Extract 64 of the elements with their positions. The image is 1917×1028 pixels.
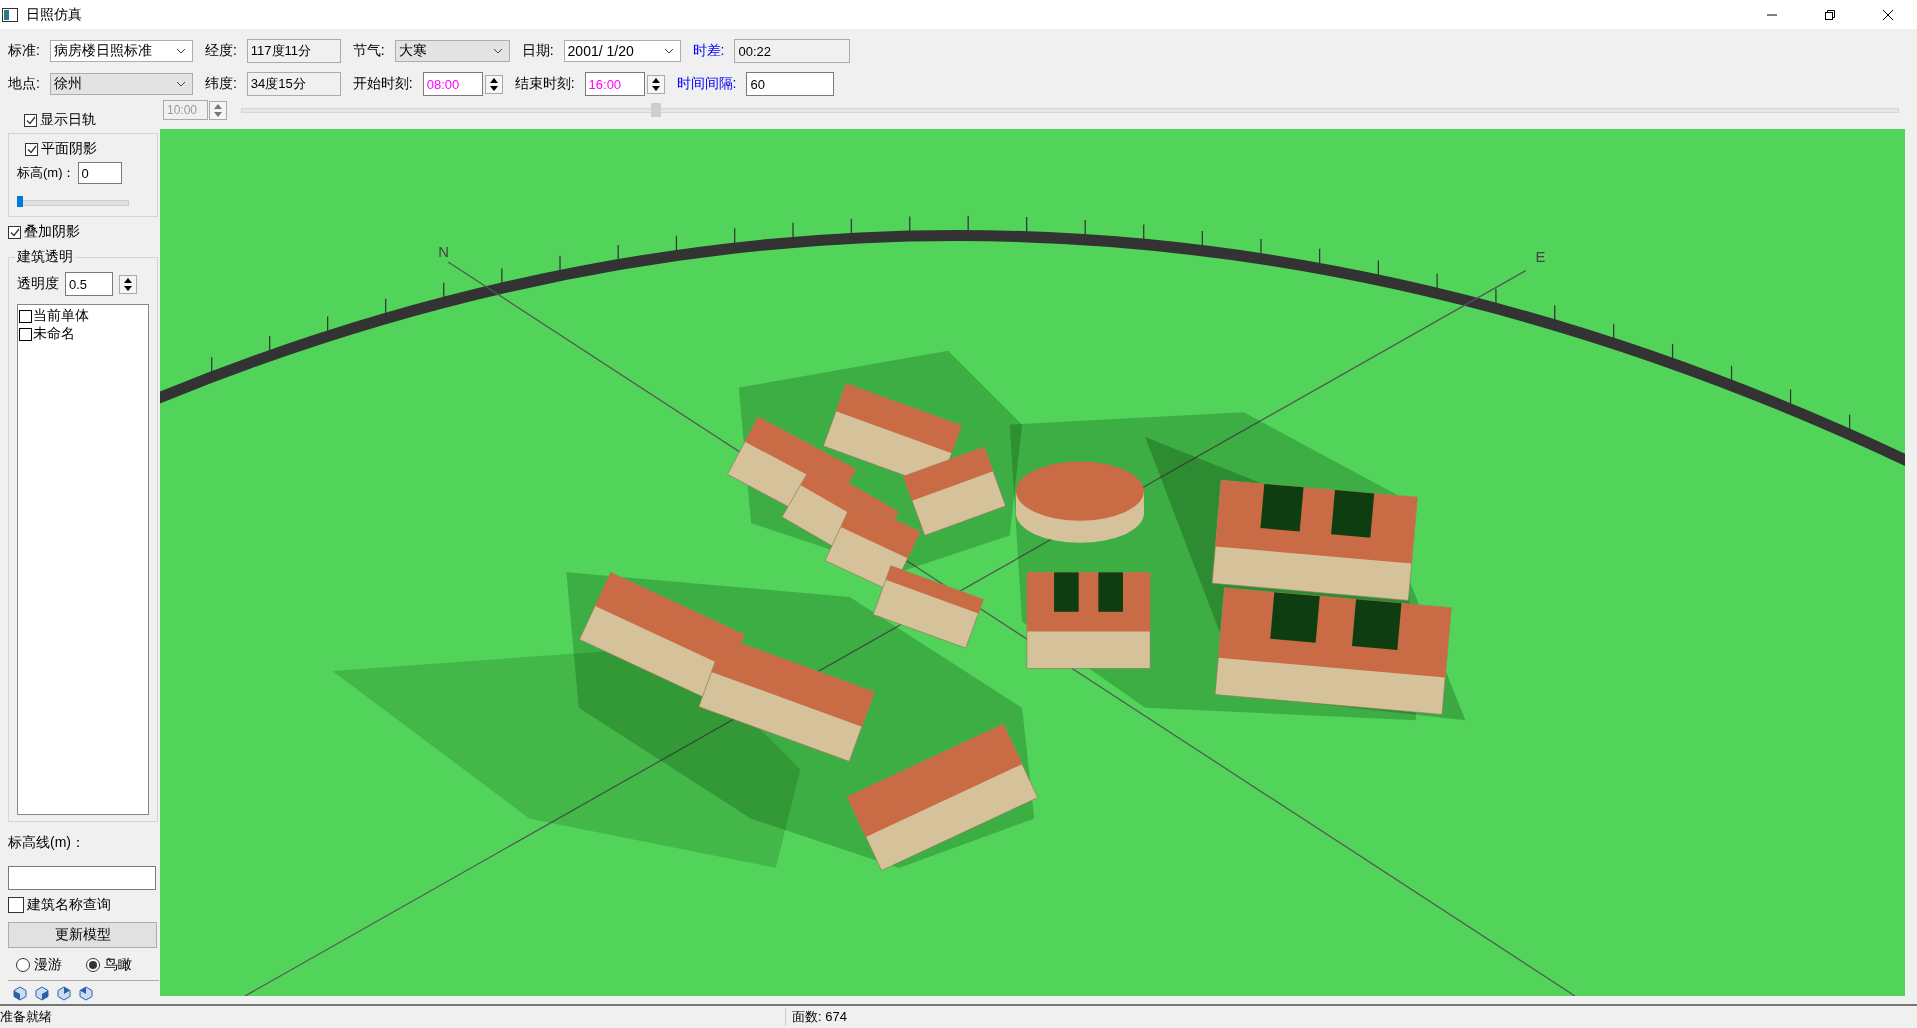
show-sun-path-checkbox[interactable]: 显示日轨 (24, 109, 160, 131)
elevation-label: 标高(m)： (17, 164, 76, 182)
cube-view-icon[interactable] (57, 986, 71, 1001)
text-input-field[interactable]: 00:22 (734, 39, 851, 63)
dropdown-field[interactable]: 徐州 (49, 73, 193, 95)
view-mode-radio[interactable]: 漫游 (16, 956, 62, 974)
window-title: 日照仿真 (26, 5, 82, 24)
field-label: 节气: (352, 42, 386, 60)
chevron-down-icon (492, 48, 503, 54)
compass-label: E (1535, 249, 1546, 265)
cube-view-icon[interactable] (13, 986, 27, 1001)
field-label: 纬度: (204, 75, 238, 93)
contour-label: 标高线(m)： (8, 834, 86, 852)
face-count: 面数: 674 (785, 1008, 847, 1026)
dropdown-field[interactable]: 大寒 (394, 40, 510, 62)
field-label: 结束时刻: (514, 75, 576, 93)
spin-buttons[interactable] (119, 274, 137, 294)
group-title: 建筑透明 (15, 248, 75, 266)
opacity-label: 透明度 (17, 275, 59, 293)
update-model-button[interactable]: 更新模型 (8, 922, 157, 948)
overlay-shadow-checkbox[interactable]: 叠加阴影 (8, 221, 160, 243)
status-message: 准备就绪 (0, 1008, 53, 1026)
field-label: 标准: (8, 42, 41, 60)
field-label: 时间间隔: (676, 75, 738, 93)
field-label: 时差: (692, 42, 726, 60)
check-icon (25, 115, 36, 125)
name-query-checkbox[interactable]: 建筑名称查询 (8, 894, 160, 916)
3d-scene[interactable]: N E (160, 129, 1905, 996)
chevron-down-icon (663, 48, 674, 54)
view-mode-radio[interactable]: 鸟瞰 (86, 956, 132, 974)
text-input-field[interactable]: 60 (746, 72, 835, 96)
down-arrow-icon (651, 85, 660, 91)
close-icon (1882, 8, 1894, 21)
elevation-input-field[interactable]: 0 (77, 162, 122, 184)
field-label: 经度: (204, 42, 238, 60)
building-list-item[interactable]: 未命名 (19, 325, 147, 343)
text-input-field[interactable]: 117度11分 (246, 39, 341, 63)
up-arrow-icon (124, 277, 132, 283)
up-arrow-icon (651, 77, 660, 83)
opacity-input-field[interactable]: 0.5 (65, 272, 113, 296)
building-list-item[interactable]: 当前单体 (19, 307, 147, 325)
time-slider[interactable] (241, 101, 1899, 119)
field-label: 地点: (8, 75, 41, 93)
field-label: 日期: (521, 42, 555, 60)
check-icon (26, 144, 37, 154)
up-arrow-icon (214, 103, 222, 109)
cube-view-icon[interactable] (35, 986, 49, 1001)
down-arrow-icon (124, 285, 132, 291)
contour-input-field[interactable] (8, 866, 156, 890)
up-arrow-icon (489, 77, 498, 83)
chevron-down-icon (175, 81, 186, 87)
dropdown-field[interactable]: 2001/ 1/20 (563, 40, 681, 62)
restore-icon (1824, 8, 1836, 21)
field-label: 开始时刻: (352, 75, 414, 93)
spin-buttons[interactable] (646, 74, 665, 94)
down-arrow-icon (214, 111, 222, 117)
compass-label: N (438, 244, 449, 261)
dropdown-field[interactable]: 病房楼日照标准 (49, 40, 193, 62)
text-input-field[interactable]: 34度15分 (246, 72, 341, 96)
cube-view-icon[interactable] (79, 986, 93, 1001)
chevron-down-icon (175, 48, 186, 54)
check-icon (9, 227, 20, 237)
down-arrow-icon (489, 85, 498, 91)
spin-buttons[interactable] (484, 74, 503, 94)
